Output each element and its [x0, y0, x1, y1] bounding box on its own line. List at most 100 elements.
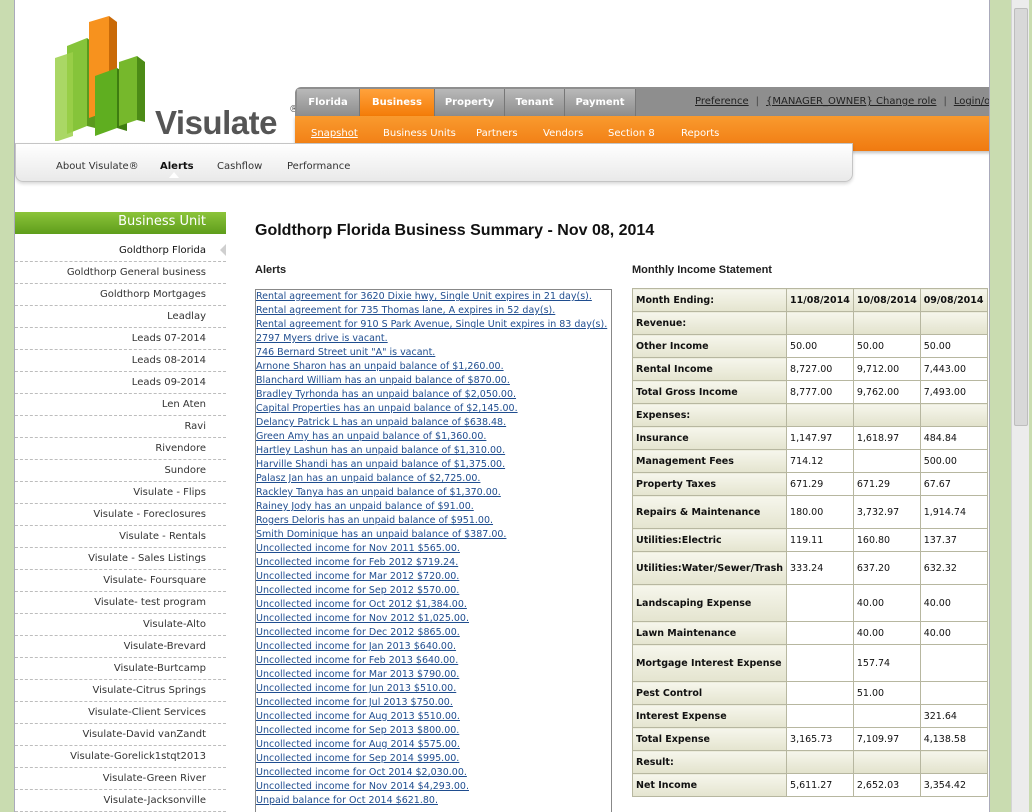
alert-link[interactable]: Uncollected income for Nov 2012 $1,025.0… — [256, 612, 469, 626]
alert-link[interactable]: Uncollected income for Oct 2012 $1,384.0… — [256, 598, 467, 612]
alert-link[interactable]: Green Amy has an unpaid balance of $1,36… — [256, 430, 486, 444]
subnav-snapshot[interactable]: Snapshot — [311, 128, 358, 139]
sidebar-item[interactable]: Visulate - Flips — [15, 482, 226, 504]
alert-link[interactable]: Uncollected income for Sep 2012 $570.00. — [256, 584, 459, 598]
income-cell — [786, 681, 854, 705]
alert-link[interactable]: Rogers Deloris has an unpaid balance of … — [256, 514, 493, 528]
alert-link[interactable]: Uncollected income for Aug 2014 $575.00. — [256, 738, 460, 752]
visulate-logo[interactable]: Visulate ® — [37, 16, 299, 146]
income-row: Pest Control 51.00 — [631, 681, 988, 705]
subnav-vendors[interactable]: Vendors — [543, 128, 583, 139]
alert-link[interactable]: Uncollected income for Jul 2013 $750.00. — [256, 696, 453, 710]
alert-link[interactable]: Capital Properties has an unpaid balance… — [256, 402, 518, 416]
alert-link[interactable]: 2797 Myers drive is vacant. — [256, 332, 388, 346]
tab-property[interactable]: Property — [435, 89, 505, 116]
alert-link[interactable]: Smith Dominique has an unpaid balance of… — [256, 528, 506, 542]
login-out-link[interactable]: Login/out — [954, 96, 989, 107]
sidebar-item[interactable]: Leads 09-2014 — [15, 372, 226, 394]
alert-link[interactable]: Uncollected income for Nov 2014 $4,293.0… — [256, 780, 469, 794]
alert-link[interactable]: Rental agreement for 3620 Dixie hwy, Sin… — [256, 290, 592, 304]
alert-link[interactable]: Rental agreement for 735 Thomas lane, A … — [256, 304, 555, 318]
income-cell: 321.64 — [919, 704, 988, 728]
sidebar-item[interactable]: Leads 07-2014 — [15, 328, 226, 350]
sidebar-item[interactable]: Visulate-Brevard — [15, 636, 226, 658]
subnav-business-units[interactable]: Business Units — [383, 128, 456, 139]
income-row: Net Income 5,611.27 2,652.03 3,354.42 — [631, 773, 988, 797]
sidebar-item[interactable]: Visulate-Client Services — [15, 702, 226, 724]
alert-link[interactable]: Arnone Sharon has an unpaid balance of $… — [256, 360, 504, 374]
alert-link[interactable]: Uncollected income for Nov 2011 $565.00. — [256, 542, 460, 556]
alert-link[interactable]: Harville Shandi has an unpaid balance of… — [256, 458, 505, 472]
sidebar-item[interactable]: Visulate- Foursquare — [15, 570, 226, 592]
sidebar-item[interactable]: Leads 08-2014 — [15, 350, 226, 372]
sidebar-item[interactable]: Leadlay — [15, 306, 226, 328]
subnav-reports[interactable]: Reports — [681, 128, 719, 139]
alert-link[interactable]: Blanchard William has an unpaid balance … — [256, 374, 510, 388]
income-cell: 67.67 — [919, 472, 988, 496]
section-alerts[interactable]: Alerts — [160, 161, 194, 172]
alert-link[interactable]: Rental agreement for 910 S Park Avenue, … — [256, 318, 607, 332]
sidebar-item[interactable]: Visulate-Burtcamp — [15, 658, 226, 680]
income-cell: 9,762.00 — [852, 380, 921, 404]
alert-link[interactable]: Uncollected income for Feb 2013 $640.00. — [256, 654, 458, 668]
alert-link[interactable]: Uncollected income for Dec 2012 $865.00. — [256, 626, 460, 640]
sidebar-item[interactable]: Visulate-Jacksonville — [15, 790, 226, 812]
tab-florida[interactable]: Florida — [297, 89, 360, 116]
sidebar-item[interactable]: Visulate-Alto — [15, 614, 226, 636]
subnav-partners[interactable]: Partners — [476, 128, 518, 139]
sidebar-item[interactable]: Visulate - Rentals — [15, 526, 226, 548]
sidebar-item[interactable]: Visulate- test program — [15, 592, 226, 614]
sidebar-item[interactable]: Visulate-Green River — [15, 768, 226, 790]
alert-link[interactable]: Rackley Tanya has an unpaid balance of $… — [256, 486, 501, 500]
alert-link[interactable]: Uncollected income for Mar 2012 $720.00. — [256, 570, 459, 584]
alert-link[interactable]: Unpaid balance for Oct 2014 $621.80. — [256, 794, 438, 808]
preference-link[interactable]: Preference — [695, 96, 749, 107]
alert-link[interactable]: 746 Bernard Street unit "A" is vacant. — [256, 346, 435, 360]
alert-link[interactable]: Uncollected income for Sep 2013 $800.00. — [256, 724, 459, 738]
sidebar-item[interactable]: Goldthorp General business — [15, 262, 226, 284]
income-cell — [852, 311, 921, 335]
sidebar-item[interactable]: Visulate-Citrus Springs — [15, 680, 226, 702]
alert-link[interactable]: Uncollected income for Jun 2013 $510.00. — [256, 682, 456, 696]
sidebar-item[interactable]: Len Aten — [15, 394, 226, 416]
subnav-section-8[interactable]: Section 8 — [608, 128, 655, 139]
tab-business[interactable]: Business — [360, 89, 435, 116]
alert-link[interactable]: Uncollected income for Mar 2013 $790.00. — [256, 668, 459, 682]
alert-link[interactable]: Uncollected income for Oct 2014 $2,030.0… — [256, 766, 467, 780]
page-scrollbar[interactable] — [1011, 0, 1029, 812]
sidebar-item[interactable]: Visulate - Sales Listings — [15, 548, 226, 570]
alert-link[interactable]: Uncollected income for Sep 2014 $995.00. — [256, 752, 459, 766]
section-about[interactable]: About Visulate® — [56, 161, 139, 172]
income-cell: 1,147.97 — [786, 426, 854, 450]
alert-link[interactable]: Bradley Tyrhonda has an unpaid balance o… — [256, 388, 516, 402]
alert-link[interactable]: Rainey Jody has an unpaid balance of $91… — [256, 500, 474, 514]
sidebar-item[interactable]: Visulate-David vanZandt — [15, 724, 226, 746]
alert-link[interactable]: Delancy Patrick L has an unpaid balance … — [256, 416, 506, 430]
income-row: Insurance 1,147.97 1,618.97 484.84 — [631, 426, 988, 450]
section-performance[interactable]: Performance — [287, 161, 350, 172]
income-row: Lawn Maintenance 40.00 40.00 — [631, 621, 988, 645]
alert-link[interactable]: Uncollected income for Jan 2013 $640.00. — [256, 640, 456, 654]
tab-payment[interactable]: Payment — [565, 89, 636, 116]
income-cell: 8,777.00 — [786, 380, 854, 404]
section-cashflow[interactable]: Cashflow — [217, 161, 262, 172]
sidebar-item[interactable]: Ravi — [15, 416, 226, 438]
sidebar-item[interactable]: Visulate - Foreclosures — [15, 504, 226, 526]
sidebar-item-label: Goldthorp Mortgages — [100, 289, 206, 300]
sidebar-item[interactable]: Rivendore — [15, 438, 226, 460]
income-cell — [786, 403, 854, 427]
income-row: Utilities:Water/Sewer/Trash 333.24 637.20 6… — [631, 551, 988, 585]
alert-link[interactable]: Uncollected income for Feb 2012 $719.24. — [256, 556, 458, 570]
sidebar-item[interactable]: Sundore — [15, 460, 226, 482]
sidebar-item[interactable]: Visulate-Gorelick1stqt2013 — [15, 746, 226, 768]
income-row-label: Utilities:Electric — [631, 528, 788, 552]
change-role-link[interactable]: {MANAGER_OWNER} Change role — [766, 96, 936, 107]
sidebar-item[interactable]: Goldthorp Florida — [15, 240, 226, 262]
alert-link[interactable]: Uncollected income for Aug 2013 $510.00. — [256, 710, 460, 724]
scrollbar-thumb[interactable] — [1014, 8, 1028, 426]
tab-tenant[interactable]: Tenant — [505, 89, 565, 116]
alert-link[interactable]: Hartley Lashun has an unpaid balance of … — [256, 444, 505, 458]
alert-link[interactable]: Palasz Jan has an unpaid balance of $2,7… — [256, 472, 480, 486]
income-row-label: Utilities:Water/Sewer/Trash — [631, 551, 788, 585]
sidebar-item[interactable]: Goldthorp Mortgages — [15, 284, 226, 306]
